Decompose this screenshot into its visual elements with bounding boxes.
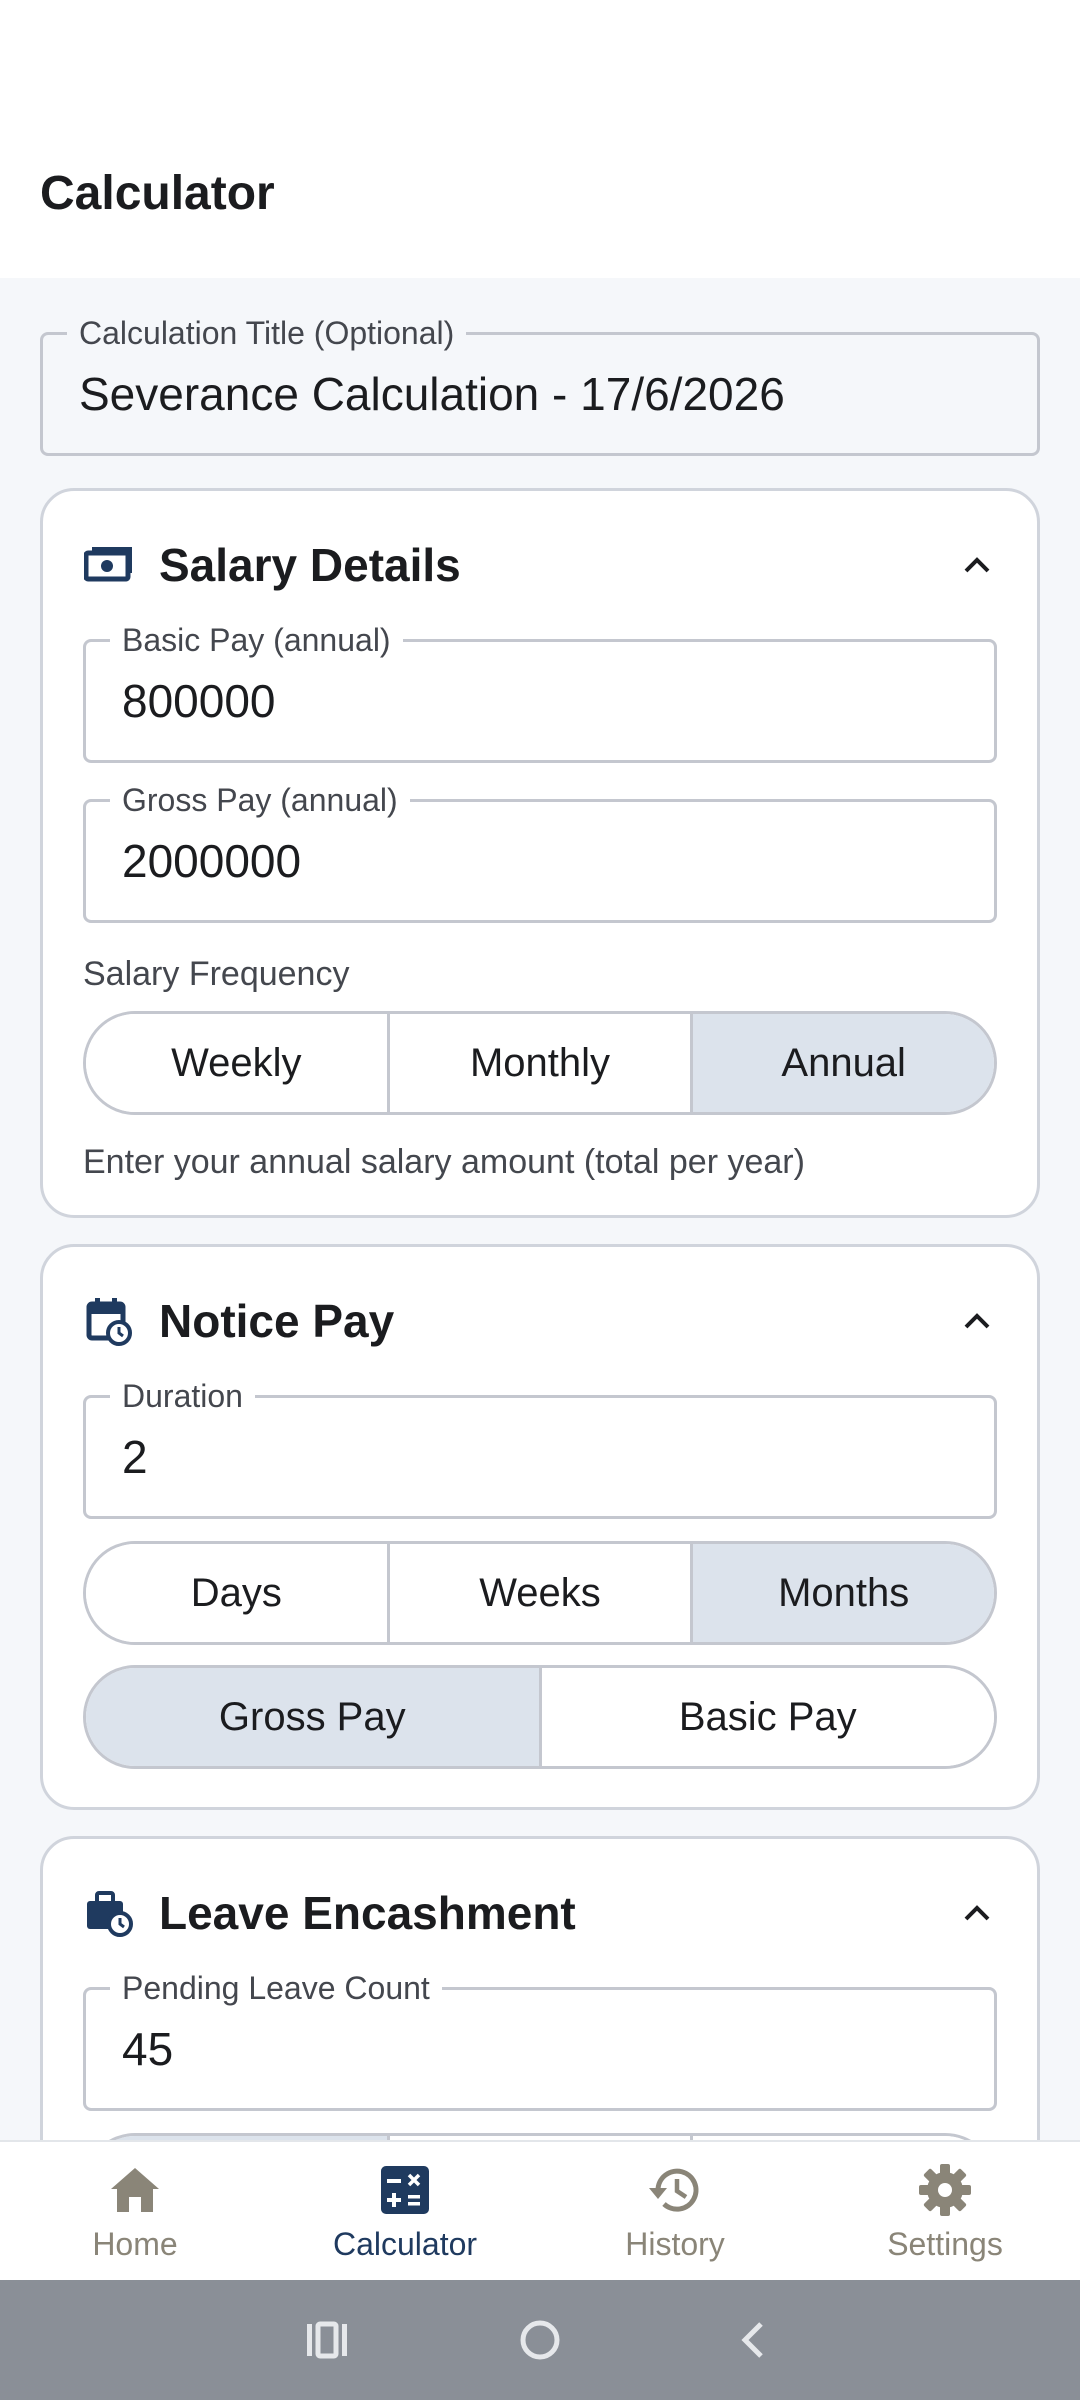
nav-history[interactable]: History [540,2142,810,2280]
leave-encashment-header[interactable]: Leave Encashment [83,1879,997,1947]
home-icon [105,2160,165,2220]
app-root: Calculator Calculation Title (Optional) … [0,0,1080,2400]
unit-months[interactable]: Months [693,1544,994,1642]
duration-unit-selector: Days Weeks Months [83,1541,997,1645]
pay-basis-selector: Gross Pay Basic Pay [83,1665,997,1769]
home-button-icon[interactable] [510,2310,570,2370]
calendar-clock-icon [83,1295,135,1347]
app-bar: Calculator [0,0,1080,278]
money-icon [83,539,135,591]
salary-helper-text: Enter your annual salary amount (total p… [83,1143,805,1181]
salary-frequency-selector: Weekly Monthly Annual [83,1011,997,1115]
pending-leave-field[interactable]: Pending Leave Count 45 [83,1968,997,2111]
frequency-weekly[interactable]: Weekly [86,1014,390,1112]
unit-days[interactable]: Days [86,1544,390,1642]
calculation-title-field[interactable]: Calculation Title (Optional) Severance C… [40,313,1040,456]
frequency-annual[interactable]: Annual [693,1014,994,1112]
leave-encashment-title: Leave Encashment [159,1887,576,1939]
notice-pay-card: Notice Pay Duration 2 Days Weeks Months … [40,1244,1040,1810]
salary-details-title: Salary Details [159,539,461,591]
pay-basis-basic[interactable]: Basic Pay [541,1668,994,1766]
scroll-content[interactable]: Calculation Title (Optional) Severance C… [0,278,1080,2140]
nav-settings[interactable]: Settings [810,2142,1080,2280]
history-icon [645,2160,705,2220]
pay-basis-gross[interactable]: Gross Pay [86,1668,542,1766]
salary-details-header[interactable]: Salary Details [83,531,997,599]
briefcase-clock-icon [83,1887,135,1939]
nav-home-label: Home [92,2225,178,2262]
gear-icon [915,2160,975,2220]
nav-calculator-label: Calculator [332,2225,478,2262]
nav-calculator[interactable]: Calculator [270,2142,540,2280]
nav-settings-label: Settings [887,2225,1003,2262]
basic-pay-value: 800000 [122,675,276,727]
frequency-monthly[interactable]: Monthly [389,1014,694,1112]
pending-leave-value: 45 [122,2023,174,2075]
bottom-navigation: Home Calculator History Settings [0,2140,1080,2280]
leave-basis-selector [83,2133,997,2140]
page-title: Calculator [40,167,275,220]
leave-encashment-card: Leave Encashment Pending Leave Count 45 [40,1836,1040,2140]
nav-history-label: History [625,2225,725,2262]
nav-home[interactable]: Home [0,2142,270,2280]
back-icon[interactable] [723,2310,783,2370]
calculation-title-value: Severance Calculation - 17/6/2026 [79,368,785,420]
duration-field[interactable]: Duration 2 [83,1376,997,1519]
chevron-up-icon[interactable] [957,1893,997,1933]
calculator-icon [375,2160,435,2220]
notice-pay-header[interactable]: Notice Pay [83,1287,997,1355]
unit-weeks[interactable]: Weeks [389,1544,694,1642]
gross-pay-value: 2000000 [122,835,302,887]
recent-apps-icon[interactable] [297,2310,357,2370]
chevron-up-icon[interactable] [957,545,997,585]
salary-details-card: Salary Details Basic Pay (annual) 800000… [40,488,1040,1218]
salary-frequency-label: Salary Frequency [83,955,350,993]
notice-pay-title: Notice Pay [159,1295,395,1347]
duration-value: 2 [122,1431,148,1483]
chevron-up-icon[interactable] [957,1301,997,1341]
basic-pay-field[interactable]: Basic Pay (annual) 800000 [83,620,997,763]
system-navigation-bar [0,2280,1080,2400]
gross-pay-field[interactable]: Gross Pay (annual) 2000000 [83,780,997,923]
